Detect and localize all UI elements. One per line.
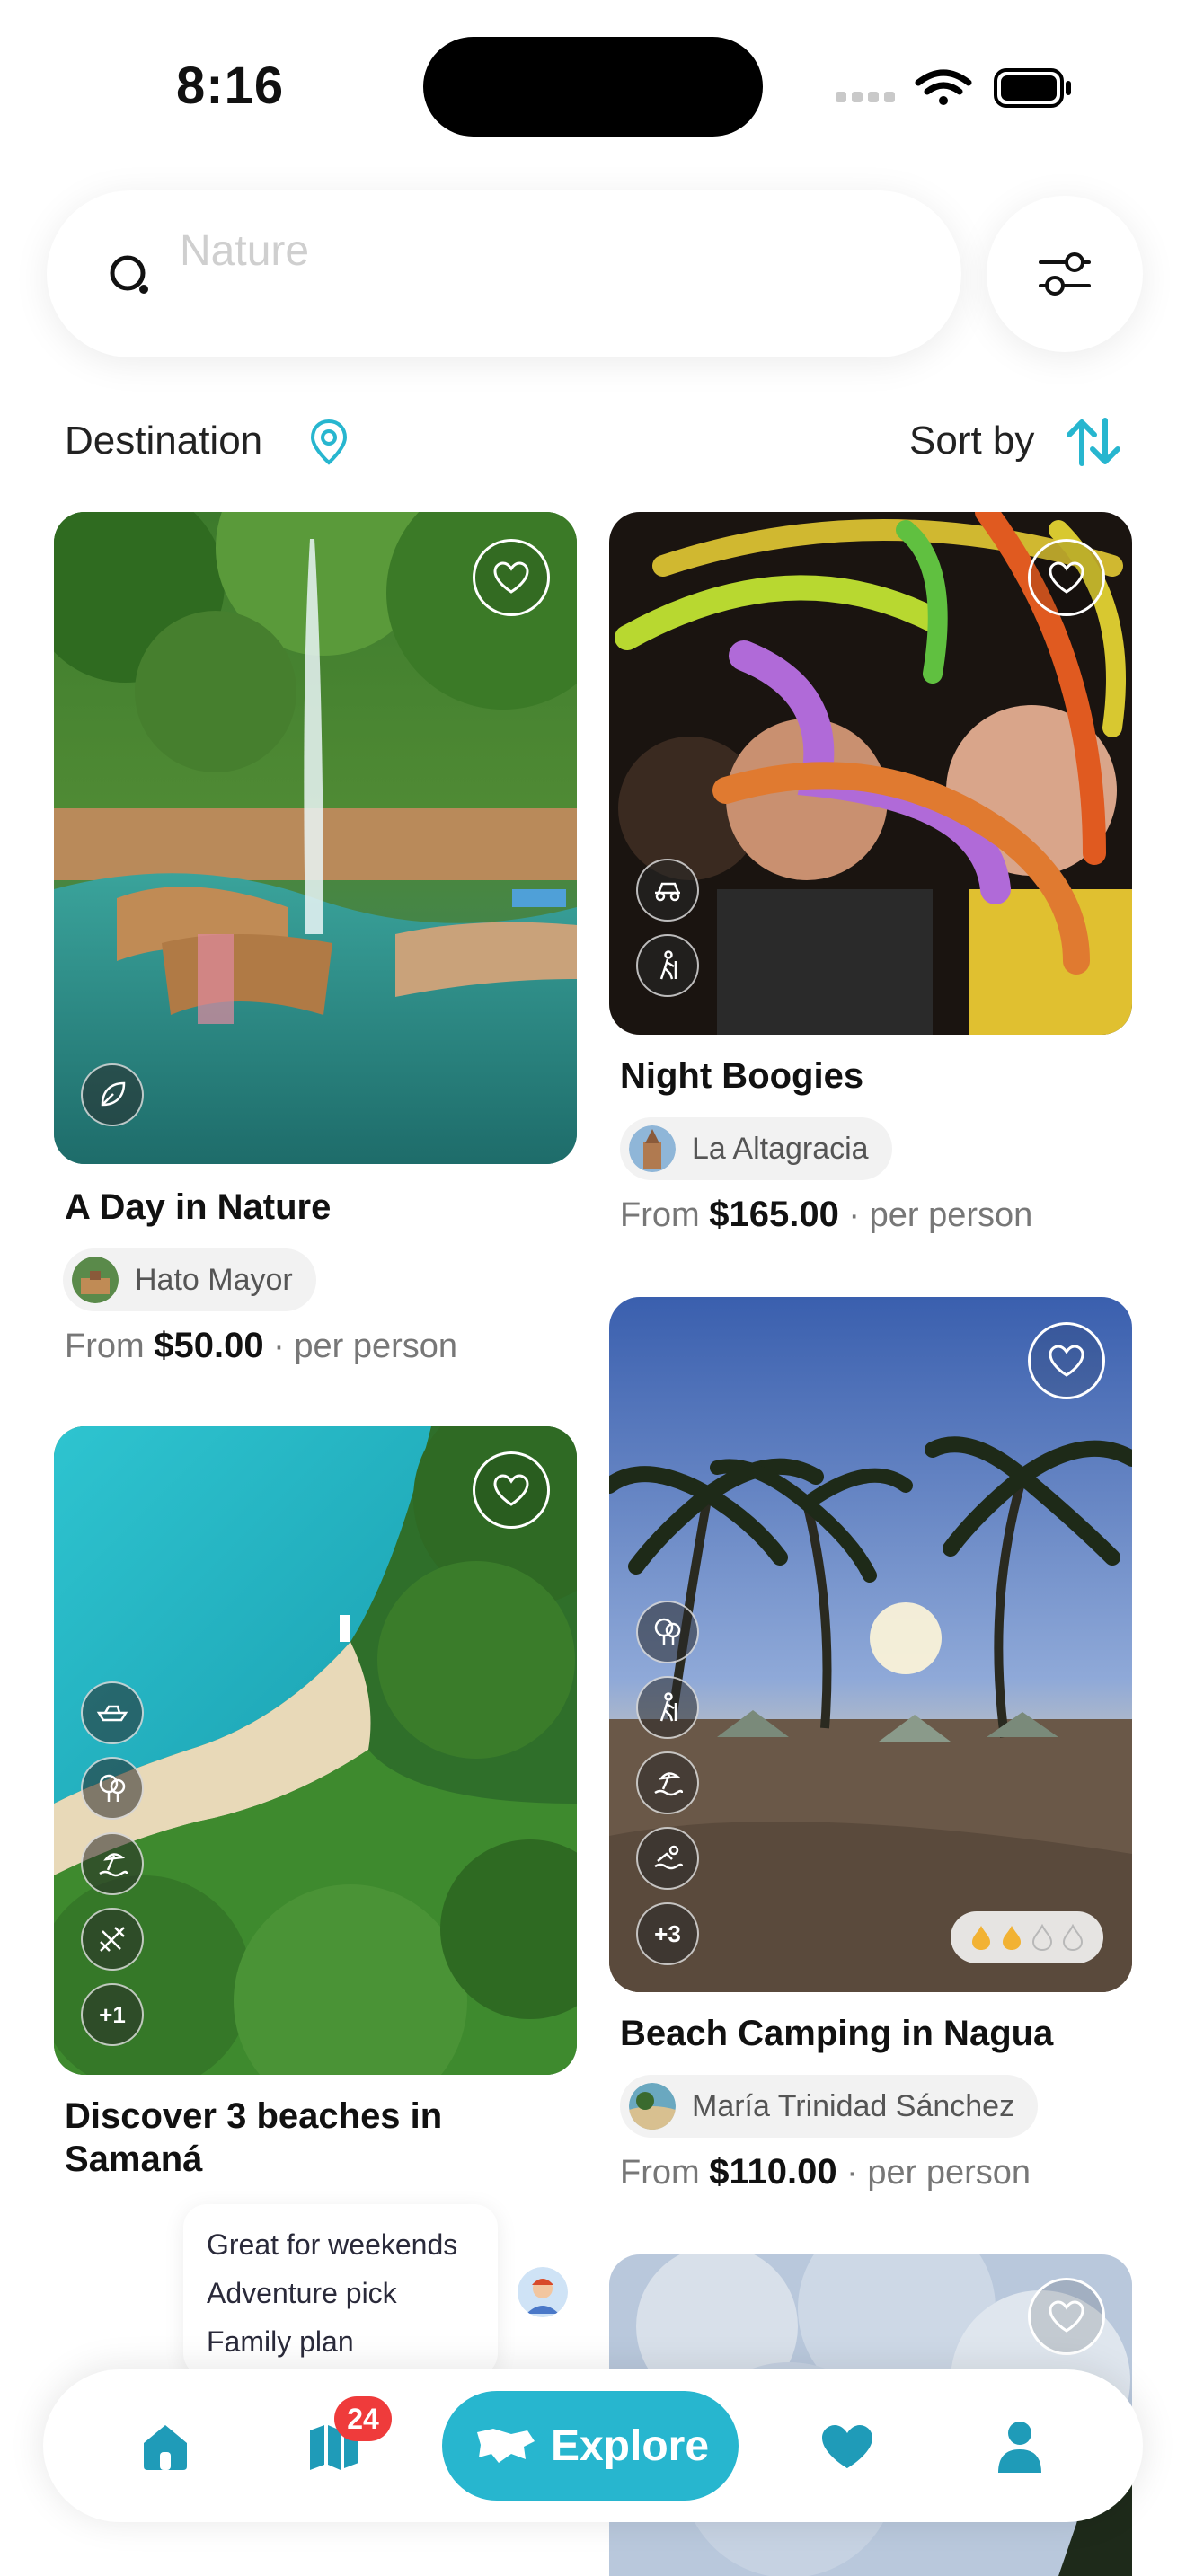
search-icon [110,255,148,294]
tree-icon [636,1601,699,1663]
card-price: From $110.00 · per person [620,2152,1031,2192]
tags-tooltip: Great for weekends Adventure pick Family… [183,2204,498,2377]
favorite-button[interactable] [473,539,550,616]
flame-outline-icon [1062,1924,1084,1951]
heart-outline-icon [493,561,529,594]
leaf-icon [81,1063,144,1126]
explore-button[interactable]: Explore [442,2391,739,2501]
sliders-icon [1039,252,1091,296]
flame-outline-icon [1031,1924,1053,1951]
home-icon [144,2425,187,2470]
heart-outline-icon [493,1474,529,1506]
tag-item: Great for weekends [207,2228,458,2261]
location-chip[interactable]: La Altagracia [620,1117,892,1180]
card-title[interactable]: A Day in Nature [65,1186,568,1229]
location-avatar [72,1257,119,1303]
dynamic-island [423,37,763,137]
card-price: From $50.00 · per person [65,1326,458,1365]
buggy-icon [636,859,699,922]
tag-item: Adventure pick [207,2277,397,2309]
favorite-button[interactable] [1028,539,1105,616]
kayak-icon [81,1908,144,1971]
sort-button[interactable]: Sort by [909,419,1034,463]
card-title[interactable]: Night Boogies [620,1054,1123,1098]
map-badge: 24 [334,2396,392,2441]
swimming-icon [636,1827,699,1890]
nav-profile[interactable] [979,2407,1060,2486]
battery-icon [994,68,1071,108]
location-chip[interactable]: Hato Mayor [63,1248,316,1311]
location-avatar [629,1125,676,1172]
wifi-icon [915,69,972,95]
signal-icon [836,92,895,102]
location-pin-icon[interactable] [309,419,349,465]
beach-icon [636,1751,699,1814]
tag-item: Family plan [207,2325,354,2358]
island-map-icon [476,2429,535,2463]
avatar[interactable] [518,2267,568,2317]
location-name: La Altagracia [692,1131,869,1166]
flame-icon [1003,1926,1021,1950]
beach-icon [81,1832,144,1895]
card-title[interactable]: Beach Camping in Nagua [620,2012,1123,2055]
user-icon [998,2422,1041,2473]
heart-outline-icon [1049,2300,1084,2333]
destination-filter[interactable]: Destination [65,419,262,463]
boat-icon [81,1681,144,1744]
search-input[interactable] [180,219,898,282]
location-chip[interactable]: María Trinidad Sánchez [620,2075,1039,2138]
card-title[interactable]: Discover 3 beaches in Samaná [65,2095,550,2181]
nav-home[interactable] [129,2407,201,2486]
tree-icon [81,1757,144,1820]
favorite-button[interactable] [1028,1322,1105,1399]
favorite-button[interactable] [1028,2278,1105,2355]
card-price: From $165.00 · per person [620,1195,1033,1234]
favorite-button[interactable] [473,1451,550,1529]
filter-button[interactable] [987,196,1143,352]
heart-outline-icon [1049,1345,1084,1377]
heart-outline-icon [1049,561,1084,594]
more-activities[interactable]: +1 [81,1983,144,2046]
hiking-icon [636,1676,699,1739]
heart-icon [822,2425,872,2468]
flame-icon [972,1926,990,1950]
intensity-meter [951,1911,1103,1963]
status-time: 8:16 [176,57,285,115]
nav-favorites[interactable] [807,2407,888,2486]
location-avatar [629,2083,676,2130]
location-name: María Trinidad Sánchez [692,2088,1015,2123]
more-activities[interactable]: +3 [636,1902,699,1965]
sort-icon[interactable] [1066,417,1121,467]
status-icons [836,68,1071,108]
explore-label: Explore [550,2422,710,2470]
hiking-icon [636,934,699,997]
location-name: Hato Mayor [135,1262,293,1297]
